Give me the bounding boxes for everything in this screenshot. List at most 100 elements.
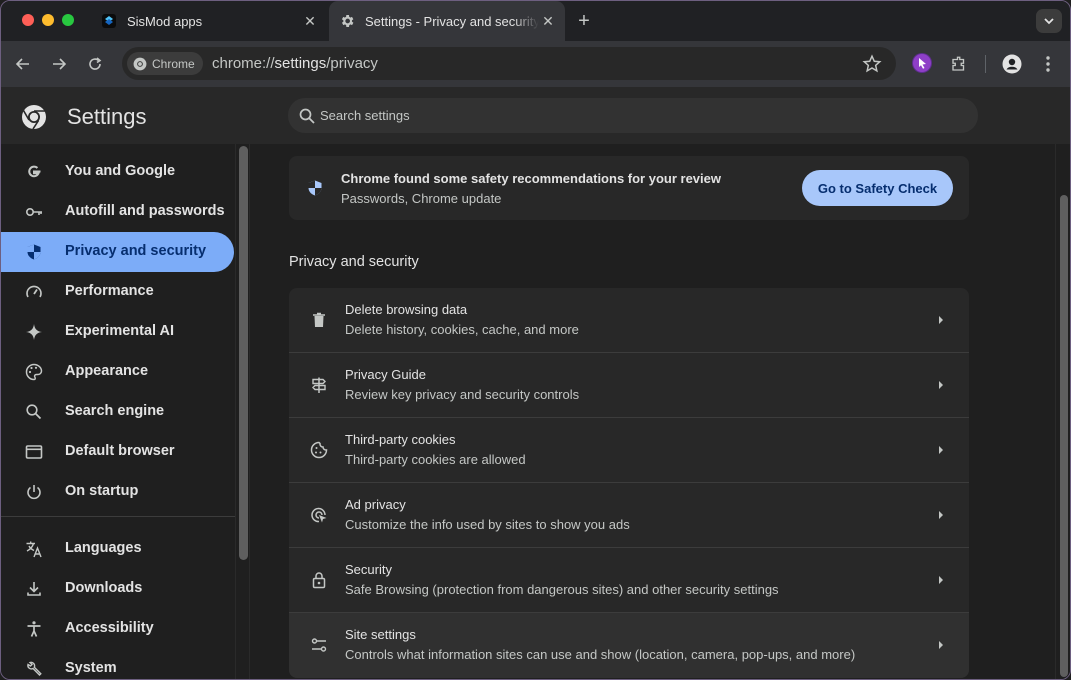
browser-window: SisMod apps ✕ Settings - Privacy and sec… [0, 0, 1071, 680]
profile-avatar-icon[interactable] [1000, 52, 1024, 76]
row-privacy-guide[interactable]: Privacy Guide Review key privacy and sec… [289, 353, 969, 418]
safety-check-banner: Chrome found some safety recommendations… [289, 156, 969, 220]
sidebar-divider [1, 516, 235, 517]
sidebar-item-accessibility[interactable]: Accessibility [1, 609, 234, 649]
content-scrollbar[interactable] [1060, 195, 1068, 677]
settings-search[interactable] [288, 98, 978, 133]
row-third-party-cookies[interactable]: Third-party cookies Third-party cookies … [289, 418, 969, 483]
toolbar: Chrome chrome://settings/privacy [1, 41, 1070, 87]
page-title: Settings [67, 104, 147, 129]
google-g-icon [25, 163, 43, 181]
section-title: Privacy and security [289, 254, 419, 270]
sidebar-item-default-browser[interactable]: Default browser [1, 432, 234, 472]
row-site-settings[interactable]: Site settings Controls what information … [289, 613, 969, 678]
tab-sismod-apps[interactable]: SisMod apps ✕ [91, 1, 327, 41]
row-security[interactable]: Security Safe Browsing (protection from … [289, 548, 969, 613]
sismod-favicon-icon [101, 13, 117, 29]
sidebar-item-system[interactable]: System [1, 649, 234, 679]
chevron-right-icon [935, 443, 947, 457]
sidebar-scrollbar[interactable] [239, 146, 248, 560]
content-divider [249, 144, 250, 679]
reload-button[interactable] [83, 52, 107, 76]
forward-button[interactable] [47, 52, 71, 76]
window-close-button[interactable] [22, 14, 34, 26]
chrome-logo-icon [133, 57, 147, 70]
safety-banner-subtitle: Passwords, Chrome update [341, 191, 502, 206]
content-scroll-track [1055, 144, 1070, 679]
tab-strip: SisMod apps ✕ Settings - Privacy and sec… [1, 1, 1070, 41]
settings-header: Settings [1, 87, 1070, 144]
safety-banner-title: Chrome found some safety recommendations… [341, 171, 721, 186]
row-ad-privacy[interactable]: Ad privacy Customize the info used by si… [289, 483, 969, 548]
ad-target-icon [310, 506, 328, 524]
url-text: chrome://settings/privacy [212, 55, 378, 72]
row-delete-browsing-data[interactable]: Delete browsing data Delete history, coo… [289, 288, 969, 353]
sidebar-scroll-track [235, 144, 236, 679]
gear-icon [339, 13, 355, 29]
new-tab-button[interactable]: + [573, 10, 595, 32]
chip-label: Chrome [152, 56, 195, 71]
search-input[interactable] [320, 98, 960, 133]
sidebar-item-privacy[interactable]: Privacy and security [1, 232, 234, 272]
search-icon [298, 107, 316, 125]
speedometer-icon [25, 283, 43, 301]
toolbar-separator [985, 55, 986, 73]
kebab-menu-icon[interactable] [1036, 52, 1060, 76]
go-to-safety-check-button[interactable]: Go to Safety Check [802, 170, 953, 206]
close-icon[interactable]: ✕ [539, 12, 557, 30]
extension-icon[interactable] [912, 53, 932, 73]
chevron-right-icon [935, 508, 947, 522]
sidebar-item-downloads[interactable]: Downloads [1, 569, 234, 609]
search-icon [25, 403, 43, 421]
window-minimize-button[interactable] [42, 14, 54, 26]
sidebar-item-appearance[interactable]: Appearance [1, 352, 234, 392]
palette-icon [25, 363, 43, 381]
chrome-logo-icon [21, 104, 47, 130]
chevron-right-icon [935, 638, 947, 652]
browser-window-icon [25, 443, 43, 461]
settings-content: Chrome found some safety recommendations… [289, 144, 969, 679]
settings-sidebar: You and Google Autofill and passwords Pr… [1, 144, 248, 679]
chevron-right-icon [935, 378, 947, 392]
key-icon [25, 203, 43, 221]
shield-icon [25, 243, 43, 261]
chevron-right-icon [935, 573, 947, 587]
privacy-settings-card: Delete browsing data Delete history, coo… [289, 288, 969, 678]
download-icon [25, 580, 43, 598]
reload-icon [89, 57, 102, 70]
accessibility-icon [25, 620, 43, 638]
settings-body: You and Google Autofill and passwords Pr… [1, 144, 1070, 679]
tab-title: Settings - Privacy and security [365, 13, 539, 29]
sidebar-item-experimental-ai[interactable]: Experimental AI [1, 312, 234, 352]
signpost-icon [310, 376, 328, 394]
chevron-right-icon [935, 313, 947, 327]
wrench-icon [25, 660, 43, 678]
translate-icon [25, 540, 43, 558]
sidebar-item-autofill[interactable]: Autofill and passwords [1, 192, 234, 232]
tab-settings-privacy[interactable]: Settings - Privacy and security ✕ [329, 1, 565, 41]
extensions-puzzle-icon[interactable] [947, 52, 971, 76]
tab-search-button[interactable] [1036, 9, 1062, 33]
arrow-left-icon [15, 58, 29, 70]
sidebar-item-languages[interactable]: Languages [1, 529, 234, 569]
shield-icon [306, 179, 324, 197]
arrow-right-icon [53, 58, 67, 70]
tab-title: SisMod apps [127, 13, 203, 29]
sidebar-item-performance[interactable]: Performance [1, 272, 234, 312]
chevron-down-icon [1044, 18, 1054, 25]
lock-icon [310, 571, 328, 589]
address-bar[interactable]: Chrome chrome://settings/privacy [122, 47, 896, 80]
sidebar-item-you-and-google[interactable]: You and Google [1, 152, 234, 192]
power-icon [25, 483, 43, 501]
sliders-icon [310, 636, 328, 654]
cookie-icon [310, 441, 328, 459]
sidebar-item-search-engine[interactable]: Search engine [1, 392, 234, 432]
site-info-chip[interactable]: Chrome [127, 52, 203, 75]
close-icon[interactable]: ✕ [301, 12, 319, 30]
bookmark-star-icon[interactable] [861, 53, 883, 75]
window-zoom-button[interactable] [62, 14, 74, 26]
sparkle-icon [25, 323, 43, 341]
trash-icon [310, 311, 328, 329]
back-button[interactable] [11, 52, 35, 76]
sidebar-item-on-startup[interactable]: On startup [1, 472, 234, 512]
